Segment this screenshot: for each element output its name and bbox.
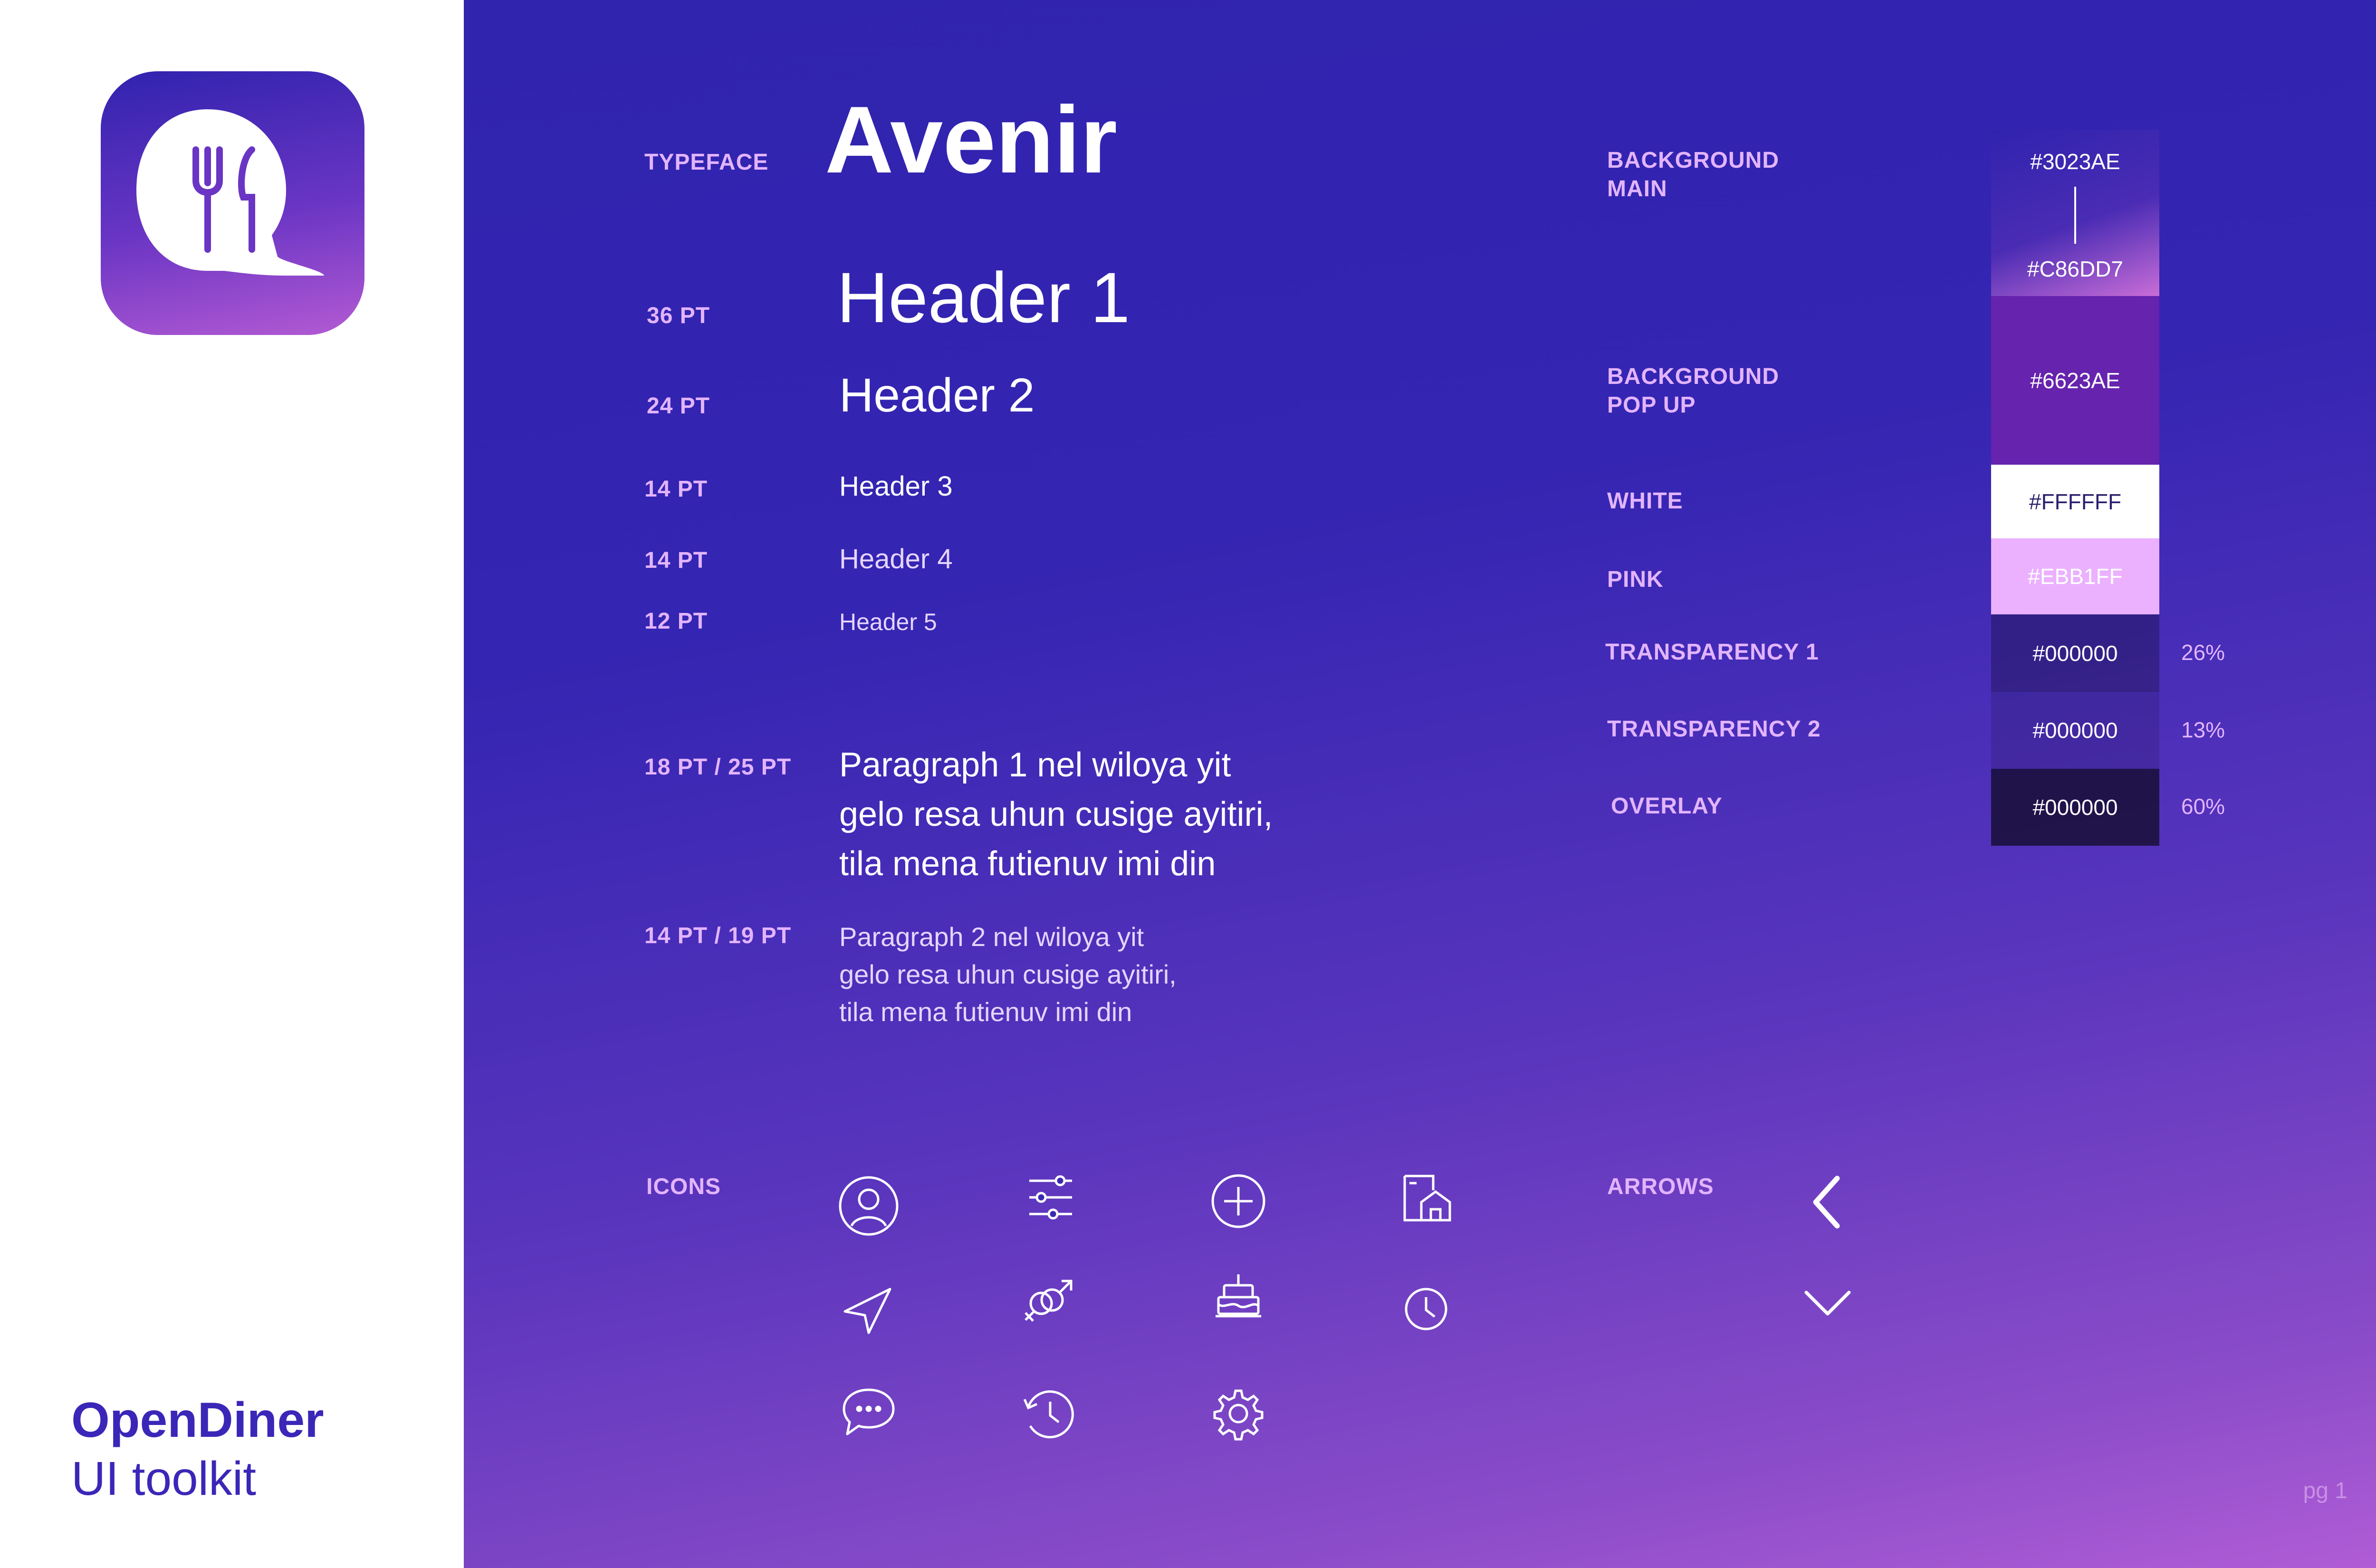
hex-transparency-2: #000000 (2032, 718, 2118, 743)
gradient-divider (2074, 187, 2076, 244)
opacity-transparency-2: 13% (2181, 717, 2225, 742)
icons-label: ICONS (646, 1174, 721, 1199)
color-label-overlay: OVERLAY (1611, 794, 1723, 819)
plus-circle-icon (1205, 1168, 1272, 1234)
color-label-white: WHITE (1607, 488, 1683, 514)
hex-transparency-1: #000000 (2032, 641, 2118, 666)
history-icon (1015, 1380, 1082, 1447)
size-label-h3: 14 PT (644, 477, 708, 502)
typeface-name: Avenir (825, 87, 1118, 193)
hex-bg-main-top: #3023AE (2030, 149, 2120, 174)
hex-bg-popup: #6623AE (2030, 368, 2120, 393)
size-label-p1: 18 PT / 25 PT (644, 755, 792, 780)
swatch-white: #FFFFFF (1991, 465, 2159, 538)
paragraph-2-sample: Paragraph 2 nel wiloya yit gelo resa uhu… (839, 918, 1177, 1031)
color-label-bg-main: BACKGROUND MAIN (1607, 148, 1779, 201)
opacity-transparency-1: 26% (2181, 640, 2225, 665)
paragraph-2-line: Paragraph 2 nel wiloya yit (839, 922, 1144, 952)
sidebar: OpenDiner UI toolkit (0, 0, 464, 1568)
app-logo-icon (101, 71, 364, 335)
color-label-pink: PINK (1607, 567, 1664, 592)
color-label-transparency-2: TRANSPARENCY 2 (1607, 717, 1821, 742)
typeface-label: TYPEFACE (644, 150, 769, 175)
style-guide-panel: TYPEFACE Avenir 36 PT Header 1 24 PT Hea… (464, 0, 2376, 1568)
header-1-sample: Header 1 (837, 258, 1131, 337)
swatch-overlay: #000000 (1991, 769, 2159, 846)
gear-icon (1205, 1380, 1272, 1447)
swatch-pink: #EBB1FF (1991, 538, 2159, 614)
paragraph-2-line: tila mena futienuv imi din (839, 997, 1132, 1027)
swatch-bg-main: #3023AE #C86DD7 (1991, 130, 2159, 296)
chevron-down-icon[interactable] (1794, 1269, 1861, 1335)
header-3-sample: Header 3 (839, 471, 953, 502)
restaurant-home-icon (1393, 1164, 1459, 1231)
color-label-transparency-1: TRANSPARENCY 1 (1605, 640, 1819, 665)
hex-overlay: #000000 (2032, 795, 2118, 820)
sliders-icon (1017, 1164, 1084, 1231)
user-circle-icon (835, 1173, 902, 1239)
arrows-label: ARROWS (1607, 1174, 1714, 1199)
cake-icon (1205, 1264, 1272, 1330)
size-label-h4: 14 PT (644, 548, 708, 573)
size-label-p2: 14 PT / 19 PT (644, 923, 792, 948)
hex-pink: #EBB1FF (2028, 564, 2123, 589)
size-label-h1: 36 PT (647, 303, 710, 328)
paragraph-2-line: gelo resa uhun cusige ayitiri, (839, 959, 1177, 989)
gender-icon (1015, 1268, 1082, 1334)
size-label-h2: 24 PT (647, 393, 710, 419)
header-4-sample: Header 4 (839, 544, 953, 574)
brand-subtitle: UI toolkit (71, 1452, 257, 1505)
clock-icon (1393, 1276, 1459, 1342)
navigation-arrow-icon (835, 1276, 902, 1342)
swatch-transparency-2: #000000 (1991, 692, 2159, 769)
header-2-sample: Header 2 (839, 369, 1035, 422)
page-number: pg 1 (2303, 1478, 2347, 1503)
color-label-bg-popup: BACKGROUND POP UP (1607, 364, 1779, 418)
swatch-transparency-1: #000000 (1991, 614, 2159, 692)
size-label-h5: 12 PT (644, 609, 708, 634)
chat-bubble-icon (835, 1378, 902, 1444)
hex-white: #FFFFFF (2029, 489, 2122, 514)
paragraph-1-line: tila mena futienuv imi din (839, 845, 1216, 883)
swatch-bg-popup: #6623AE (1991, 296, 2159, 465)
chevron-left-icon[interactable] (1794, 1169, 1861, 1235)
paragraph-1-line: Paragraph 1 nel wiloya yit (839, 746, 1231, 784)
hex-bg-main-bottom: #C86DD7 (2027, 257, 2123, 281)
header-5-sample: Header 5 (839, 609, 937, 635)
paragraph-1-sample: Paragraph 1 nel wiloya yit gelo resa uhu… (839, 740, 1273, 889)
brand-name: OpenDiner (71, 1393, 324, 1448)
opacity-overlay: 60% (2181, 794, 2225, 819)
paragraph-1-line: gelo resa uhun cusige ayitiri, (839, 795, 1273, 833)
